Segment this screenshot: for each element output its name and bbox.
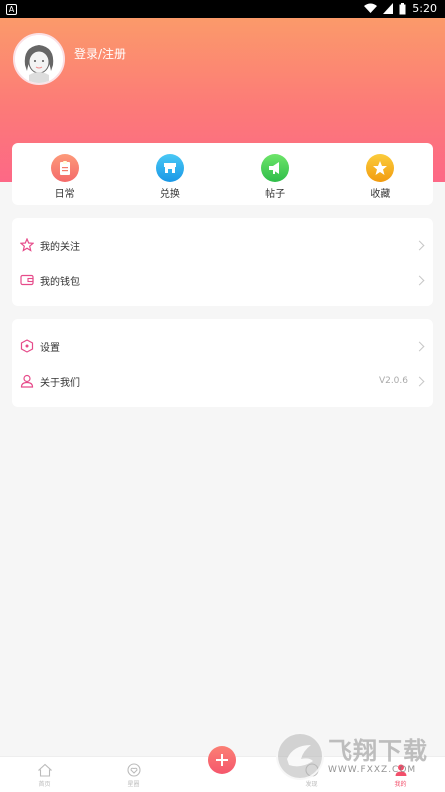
menu-item-settings[interactable]: 设置 xyxy=(12,328,433,364)
tab-home[interactable]: 首页 xyxy=(0,757,89,792)
clipboard-icon xyxy=(50,154,79,182)
menu-item-following[interactable]: 我的关注 xyxy=(12,227,433,263)
hexagon-settings-icon xyxy=(20,339,34,353)
quick-label-favorites: 收藏 xyxy=(370,189,391,200)
menu-label-following: 我的关注 xyxy=(40,241,80,253)
signal-icon xyxy=(383,3,394,14)
tab-star-circle[interactable]: 星圈 xyxy=(89,757,178,792)
chevron-right-icon xyxy=(414,240,425,250)
menu-label-wallet: 我的钱包 xyxy=(40,276,80,288)
quick-label-daily: 日常 xyxy=(54,189,75,200)
wifi-icon xyxy=(364,3,378,13)
clock: 5:20 xyxy=(412,2,437,15)
watermark-url: WWW.FXXZ.COM xyxy=(328,765,417,775)
chevron-right-icon xyxy=(414,376,425,386)
add-post-button[interactable] xyxy=(208,746,236,774)
chevron-right-icon xyxy=(414,275,425,285)
home-icon xyxy=(37,763,52,777)
plus-icon xyxy=(216,754,228,766)
wallet-icon xyxy=(20,274,34,286)
watermark-text: 飞翔下载 xyxy=(328,737,428,765)
menu-card-account: 我的关注 我的钱包 xyxy=(12,218,433,306)
status-bar: A 5:20 xyxy=(0,0,445,18)
quick-item-favorites[interactable]: 收藏 xyxy=(328,143,433,205)
star-icon xyxy=(366,154,395,182)
quick-label-posts: 帖子 xyxy=(265,189,286,200)
chevron-right-icon xyxy=(414,341,425,351)
menu-label-settings: 设置 xyxy=(40,342,60,354)
girl-avatar-icon xyxy=(15,35,63,83)
quick-item-daily[interactable]: 日常 xyxy=(12,143,117,205)
menu-item-wallet[interactable]: 我的钱包 xyxy=(12,262,433,298)
tab-label-star-circle: 星圈 xyxy=(127,781,140,788)
menu-card-settings: 设置 关于我们 V2.0.6 xyxy=(12,319,433,407)
menu-label-about: 关于我们 xyxy=(40,377,80,389)
quick-actions-card: 日常 兑换 帖子 收藏 xyxy=(12,143,433,205)
tab-label-home: 首页 xyxy=(38,781,51,788)
battery-icon xyxy=(399,2,406,14)
quick-item-posts[interactable]: 帖子 xyxy=(223,143,328,205)
avatar[interactable] xyxy=(13,33,65,85)
heart-circle-icon xyxy=(126,763,141,777)
watermark: 飞翔下载 WWW.FXXZ.COM xyxy=(276,730,436,782)
quick-item-exchange[interactable]: 兑换 xyxy=(117,143,222,205)
quick-label-exchange: 兑换 xyxy=(159,189,180,200)
watermark-logo-icon xyxy=(276,732,324,780)
star-outline-icon xyxy=(20,238,34,252)
megaphone-icon xyxy=(261,154,290,182)
menu-item-about[interactable]: 关于我们 V2.0.6 xyxy=(12,363,433,399)
notification-icon: A xyxy=(6,4,17,15)
person-icon xyxy=(20,374,34,388)
store-icon xyxy=(155,154,184,182)
login-register-link[interactable]: 登录/注册 xyxy=(74,45,126,62)
version-label: V2.0.6 xyxy=(378,376,408,386)
